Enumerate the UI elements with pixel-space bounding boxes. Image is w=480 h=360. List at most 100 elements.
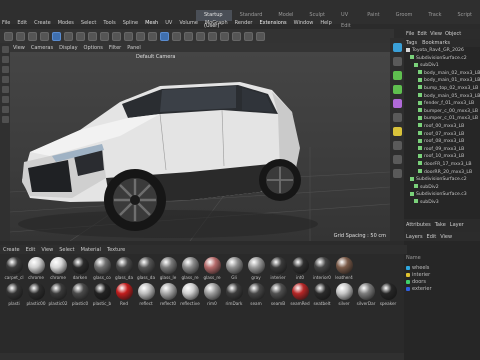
field-object-icon[interactable] — [392, 113, 402, 122]
material-swatch[interactable]: Gli — [223, 257, 245, 280]
workplane-icon[interactable] — [1, 106, 9, 113]
material-swatch[interactable]: Red — [113, 283, 135, 306]
object-row[interactable]: SubdivisionSurface.c2 — [404, 176, 480, 184]
environment-icon[interactable] — [392, 169, 402, 178]
cube-icon[interactable] — [160, 31, 169, 41]
material-swatch[interactable]: plastic02 — [47, 283, 69, 306]
material-swatch[interactable]: gray — [245, 257, 267, 280]
material-swatch[interactable]: int0 — [289, 257, 311, 280]
deformer-object-icon[interactable] — [392, 99, 402, 108]
menu-item[interactable]: Window — [294, 20, 314, 29]
object-row[interactable]: roof_10_mxx3_LB — [404, 153, 480, 161]
material-swatch[interactable]: leather4 — [333, 257, 355, 280]
menu-item[interactable]: Create — [34, 20, 51, 29]
attribute-tab[interactable]: Layer — [450, 222, 464, 230]
menu-item[interactable]: UV — [165, 20, 172, 29]
material-menu-item[interactable]: Texture — [107, 247, 125, 253]
model-mode-icon[interactable] — [28, 31, 37, 41]
object-row[interactable]: fender_f_01_mxx3_LB — [404, 100, 480, 108]
pen-icon[interactable] — [172, 31, 181, 41]
material-swatch[interactable]: reflect0 — [157, 283, 179, 306]
material-menu-item[interactable]: Select — [59, 247, 74, 253]
enable-axis-icon[interactable] — [1, 86, 9, 93]
object-manager-menu-item[interactable]: Tags — [406, 40, 417, 46]
viewport-menu-item[interactable]: Panel — [127, 45, 141, 51]
solo-icon[interactable] — [1, 116, 9, 123]
redo-icon[interactable] — [16, 31, 25, 41]
viewport-camera-label[interactable]: Default Camera — [136, 54, 175, 60]
material-swatch[interactable]: glass_co — [91, 257, 113, 280]
viewport-menu-item[interactable]: View — [13, 45, 25, 51]
menu-item[interactable]: Tools — [103, 20, 115, 29]
material-swatch[interactable]: glass_re — [201, 257, 223, 280]
array-icon[interactable] — [196, 31, 205, 41]
material-swatch[interactable]: chrome — [25, 257, 47, 280]
object-row[interactable]: Toyota_Rav4_GR_2026 — [404, 47, 480, 55]
layer-row[interactable]: exterier — [406, 285, 480, 292]
axis-z-icon[interactable] — [112, 31, 121, 41]
object-row[interactable]: roof_08_mxx3_LB — [404, 138, 480, 146]
subdivision-surface-icon[interactable] — [392, 71, 402, 80]
material-swatch[interactable]: carpet_cl — [3, 257, 25, 280]
layout-tab[interactable]: Script — [449, 10, 480, 21]
render-view-icon[interactable] — [124, 31, 133, 41]
material-swatch[interactable]: reflective — [179, 283, 201, 306]
light-object-icon[interactable] — [392, 155, 402, 164]
menu-item[interactable]: Edit — [17, 20, 27, 29]
material-swatch[interactable]: rim0 — [201, 283, 223, 306]
object-row[interactable]: roof_00_mxx3_LB — [404, 123, 480, 131]
attribute-tab[interactable]: Take — [435, 222, 446, 230]
field-icon[interactable] — [220, 31, 229, 41]
object-row[interactable]: roof_09_mxx3_LB — [404, 146, 480, 154]
menu-item[interactable]: Spline — [123, 20, 138, 29]
object-row[interactable]: doorFR_17_mxx3_LB — [404, 161, 480, 169]
object-manager-tab[interactable]: Edit — [417, 31, 427, 37]
material-menu-item[interactable]: View — [41, 247, 53, 253]
material-swatch[interactable]: chrome — [47, 257, 69, 280]
attribute-tab[interactable]: Attributes — [406, 222, 431, 230]
layer-color-swatch[interactable] — [406, 286, 410, 291]
viewport-menu-item[interactable]: Display — [59, 45, 77, 51]
object-row[interactable]: body_main_02_mxx3_LB — [404, 70, 480, 78]
layout-tab[interactable]: UV Edit — [333, 10, 359, 29]
layer-color-swatch[interactable] — [406, 279, 410, 284]
axis-x-icon[interactable] — [88, 31, 97, 41]
object-row[interactable]: bump_top_02_mxx3_LB — [404, 85, 480, 93]
material-swatch[interactable]: interior0 — [311, 257, 333, 280]
object-manager-tab[interactable]: View — [430, 31, 442, 37]
menu-item[interactable]: Select — [81, 20, 96, 29]
object-row[interactable]: body_main_01_mxx3_LB — [404, 77, 480, 85]
material-swatch[interactable]: seamRed — [289, 283, 311, 306]
menu-item[interactable]: Mesh — [145, 20, 158, 29]
object-row[interactable]: SubdivisionSurface.c2 — [404, 55, 480, 63]
object-row[interactable]: bumper_c_00_mxx3_LB — [404, 108, 480, 116]
layer-manager-tab[interactable]: Edit — [427, 234, 437, 240]
menu-item[interactable]: Extensions — [259, 20, 286, 29]
layer-row[interactable]: doors — [406, 278, 480, 285]
material-swatch[interactable]: seam — [245, 283, 267, 306]
scale-icon[interactable] — [64, 31, 73, 41]
undo-icon[interactable] — [4, 31, 13, 41]
viewport[interactable]: Default Camera Grid Spacing : 50 cm — [10, 52, 390, 241]
layer-color-swatch[interactable] — [406, 265, 410, 270]
menu-item[interactable]: Volume — [179, 20, 198, 29]
edges-mode-icon[interactable] — [1, 56, 9, 63]
menu-item[interactable]: Render — [235, 20, 253, 29]
material-swatch[interactable]: plastic00 — [25, 283, 47, 306]
material-swatch[interactable]: glass_da — [135, 257, 157, 280]
object-row[interactable]: subDiv1 — [404, 62, 480, 70]
subdivision-icon[interactable] — [184, 31, 193, 41]
material-swatch[interactable]: plastic0 — [69, 283, 91, 306]
menu-item[interactable]: MoGraph — [205, 20, 228, 29]
layer-row[interactable]: interier — [406, 271, 480, 278]
layer-manager-tab[interactable]: Layers — [406, 234, 423, 240]
material-swatch[interactable]: silver — [333, 283, 355, 306]
object-row[interactable]: bumper_c_01_mxx3_LB — [404, 115, 480, 123]
render-settings-icon[interactable] — [148, 31, 157, 41]
deformer-icon[interactable] — [208, 31, 217, 41]
null-icon[interactable] — [392, 127, 402, 136]
select-icon[interactable] — [40, 31, 49, 41]
scene-icon[interactable] — [232, 31, 241, 41]
viewport-menu-item[interactable]: Options — [84, 45, 103, 51]
material-swatch[interactable]: plastic_b — [91, 283, 113, 306]
